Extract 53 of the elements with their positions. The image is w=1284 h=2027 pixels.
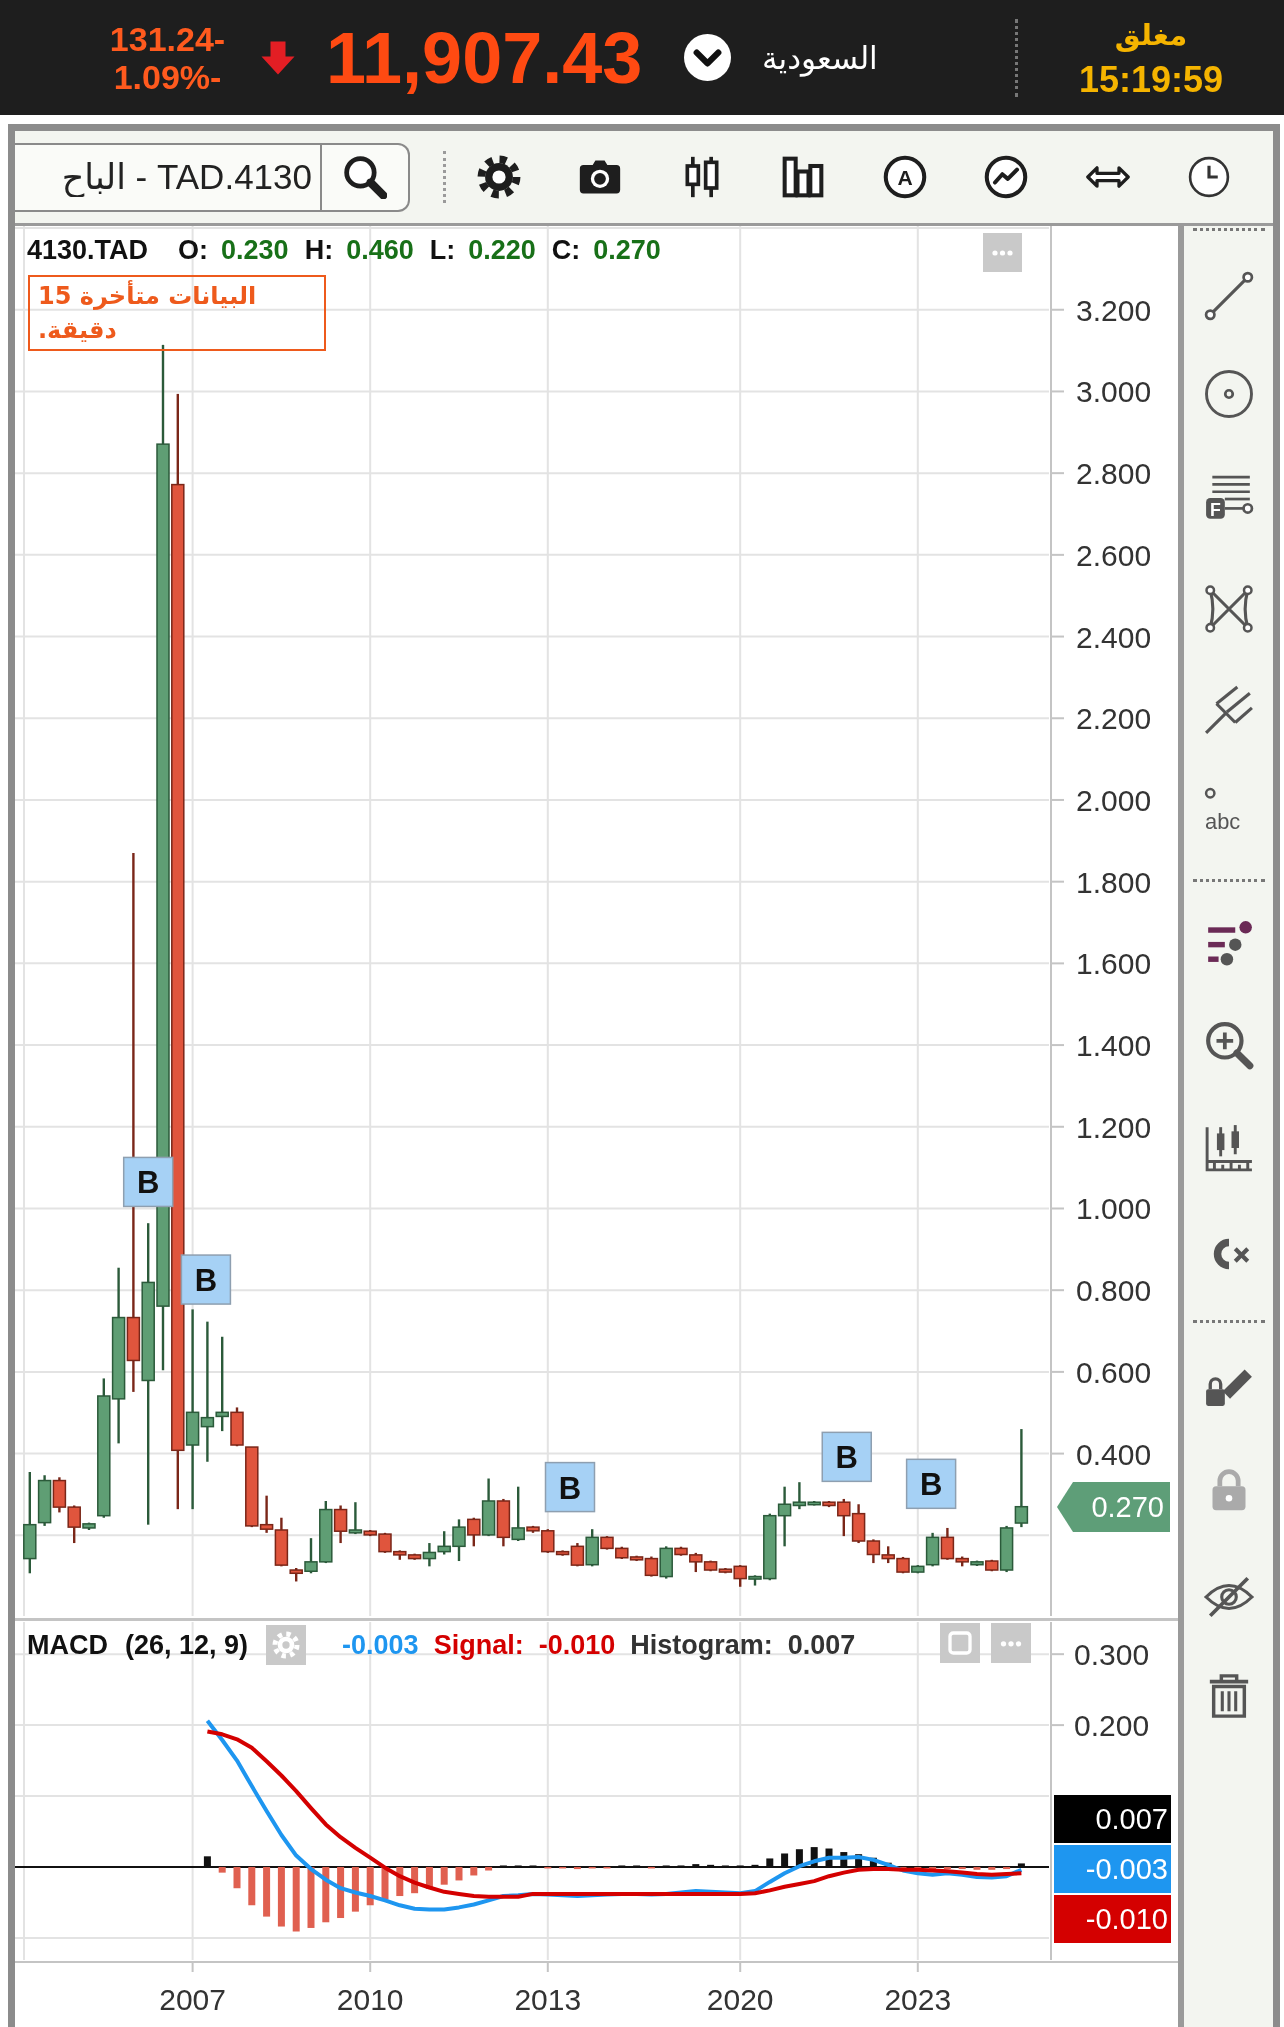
price-axis-label: 0.800 [1076,1274,1152,1308]
ohlc-value: 0.460 [346,234,414,267]
price-axis-label: 1.400 [1076,1029,1152,1063]
last-price-tag: 0.270 [1057,1482,1170,1532]
signal-marker: B [905,1458,957,1510]
market-time: 15:19:59 [1078,59,1224,100]
price-axis-label: 1.600 [1076,947,1152,981]
price-axis-label: 2.400 [1076,620,1152,654]
market-status: مغلق [1114,16,1188,54]
indicator-params: (26, 12, 9) [125,1629,249,1661]
indicator-axis-label: 0.300 [1074,1638,1150,1672]
index-change-percent: 1.09%- [113,57,222,96]
ohlc-label: O: [178,234,209,267]
price-axis-label: 1.000 [1076,1192,1152,1226]
signal-marker: B [180,1254,232,1305]
reading-label: Histogram: [630,1629,773,1661]
delay-notice: البيانات متأخرة 15 دقيقة. [28,275,326,351]
price-axis-label: 0.600 [1076,1355,1152,1389]
time-axis-label: 2023 [884,1983,952,2016]
reading-value: -0.010 [538,1629,616,1661]
index-change: 131.24- [109,19,226,58]
ohlc-value: 0.270 [593,234,661,267]
value-tag: 0.007 [1054,1795,1171,1843]
price-axis-label: 3.000 [1076,375,1152,409]
ohlc-value: 0.220 [468,234,536,267]
time-axis-label: 2020 [706,1983,774,2016]
ohlc-label: H: [304,234,334,267]
value-tag: -0.003 [1054,1845,1171,1893]
price-axis-label: 3.200 [1076,293,1152,327]
ohlc-label: L: [429,234,456,267]
indicator-axis-label: 0.200 [1074,1709,1150,1743]
price-axis-label: 2.800 [1076,457,1152,491]
index-value: 11,907.43 [326,21,644,94]
reading-value: -0.003 [342,1629,419,1661]
price-axis-label: 1.200 [1076,1110,1152,1144]
time-axis-label: 2010 [336,1983,404,2016]
ohlc-value: 0.230 [221,234,289,267]
reading-value: 0.007 [787,1629,856,1661]
price-axis-label: 0.400 [1076,1437,1152,1471]
signal-marker: B [122,1156,174,1208]
indicator-title: MACD [27,1629,108,1661]
signal-marker: B [821,1431,872,1483]
price-axis-label: 2.200 [1076,702,1152,736]
price-axis-label: 1.800 [1076,865,1152,899]
time-axis-label: 2013 [514,1983,582,2016]
price-axis-label: 2.600 [1076,538,1152,572]
reading-label: Signal: [433,1629,524,1661]
value-tag: -0.010 [1054,1895,1171,1943]
signal-marker: B [544,1461,596,1513]
ohlc-label: C: [551,234,581,267]
time-axis-label: 2007 [159,1983,226,2016]
symbol-label: 4130.TAD [27,234,149,267]
price-axis-label: 2.000 [1076,783,1152,817]
